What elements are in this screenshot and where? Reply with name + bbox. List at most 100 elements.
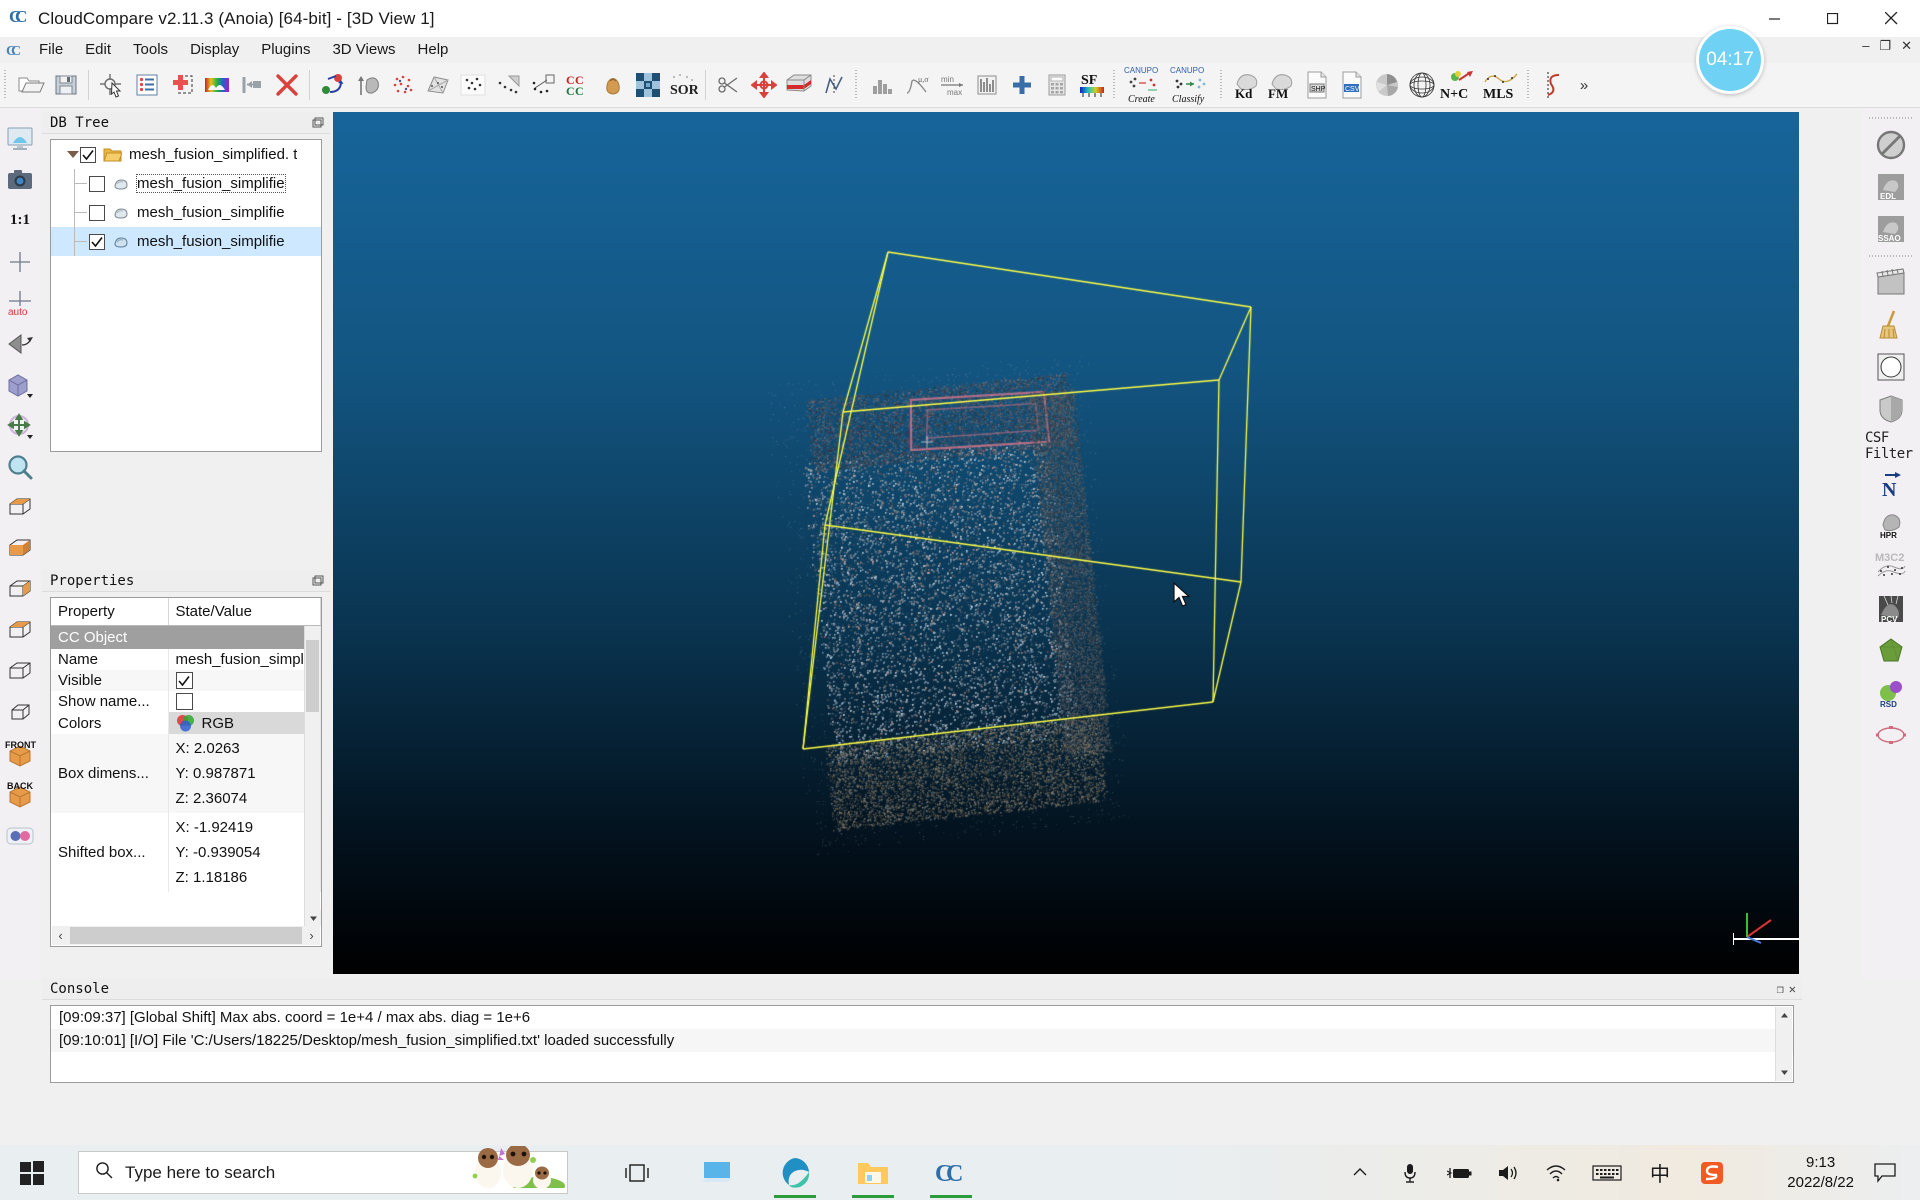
console-dock-buttons[interactable]: ❐ ✕ — [1777, 982, 1796, 996]
mdi-minimize-button[interactable]: – — [1858, 39, 1873, 53]
menu-help[interactable]: Help — [407, 38, 460, 62]
mls-icon[interactable]: MLS — [1481, 66, 1523, 104]
cloud-mesh-icon[interactable] — [490, 66, 525, 104]
zoom-one-to-one-icon[interactable]: 1:1 — [3, 200, 37, 241]
camera-snapshot-icon[interactable] — [3, 159, 37, 200]
tree-item-root[interactable]: mesh_fusion_simplified. t — [51, 140, 321, 169]
m3c2-icon[interactable]: M3C2 — [1865, 546, 1917, 588]
task-view-button[interactable] — [600, 1145, 674, 1200]
pick-point-icon[interactable] — [94, 66, 129, 104]
normals-icon[interactable]: N — [1865, 462, 1917, 504]
properties-list-icon[interactable] — [129, 66, 164, 104]
hull-icon[interactable] — [1865, 630, 1917, 672]
close-button[interactable] — [1862, 0, 1920, 37]
zoom-global-icon[interactable] — [3, 446, 37, 487]
gauss-filter-icon[interactable]: μ,σ — [899, 66, 934, 104]
translate-rotate-icon[interactable] — [746, 66, 781, 104]
sor-filter-icon[interactable]: SOR — [665, 66, 700, 104]
pivot-dropdown-icon[interactable] — [3, 405, 37, 446]
delete-icon[interactable] — [269, 66, 304, 104]
menu-edit[interactable]: Edit — [74, 38, 122, 62]
subsample-icon[interactable] — [385, 66, 420, 104]
normals-colors-icon[interactable]: N+C — [1439, 66, 1481, 104]
edl-shader-icon[interactable]: EDL — [1865, 166, 1917, 208]
properties-scroll-left-arrow[interactable]: ‹ — [52, 928, 69, 943]
canupo-create-icon[interactable]: CANUPO Create — [1122, 66, 1168, 105]
floating-clock-widget[interactable]: 04:17 — [1696, 26, 1764, 94]
tree-item-cloud-3[interactable]: mesh_fusion_simplifie — [51, 227, 321, 256]
toolbar-grip[interactable] — [854, 70, 861, 100]
console-close-button[interactable]: ✕ — [1789, 982, 1796, 996]
toolbar-grip[interactable] — [1869, 115, 1913, 121]
no-shader-icon[interactable] — [1865, 124, 1917, 166]
maximize-button[interactable] — [1804, 0, 1862, 37]
tray-keyboard-icon[interactable] — [1584, 1145, 1630, 1200]
taskbar-clock[interactable]: 9:13 2022/8/22 — [1787, 1145, 1854, 1200]
view-iso-icon[interactable] — [3, 692, 37, 733]
db-tree-list[interactable]: mesh_fusion_simplified. t mesh_fusion_si… — [50, 139, 322, 452]
bag-icon[interactable] — [595, 66, 630, 104]
point-cloud-canvas[interactable] — [333, 112, 1799, 974]
align-icon[interactable] — [350, 66, 385, 104]
auto-pivot-icon[interactable]: auto — [3, 282, 37, 323]
fm-icon[interactable]: FM — [1264, 66, 1299, 104]
cccc-icon[interactable]: C C C C — [560, 66, 595, 104]
sf-list-icon[interactable] — [969, 66, 1004, 104]
view-top-icon[interactable] — [3, 487, 37, 528]
properties-row-name[interactable]: Name mesh_fusion_simplif — [51, 649, 321, 670]
scissors-icon[interactable] — [711, 66, 746, 104]
plus-icon[interactable] — [1004, 66, 1039, 104]
open-file-icon[interactable] — [13, 66, 48, 104]
tree-item-cloud-2[interactable]: mesh_fusion_simplifie — [51, 198, 321, 227]
colors-combobox[interactable]: RGB — [168, 712, 321, 734]
expand-arrow-icon[interactable] — [65, 151, 80, 158]
view-front-icon[interactable]: FRONT — [3, 733, 37, 774]
kd-tree-icon[interactable]: Kd — [1229, 66, 1264, 104]
toolbar-grip[interactable] — [1526, 70, 1533, 100]
console-scroll-down-arrow[interactable] — [1776, 1064, 1793, 1081]
tray-sogou-icon[interactable] — [1690, 1145, 1734, 1200]
histogram-icon[interactable] — [864, 66, 899, 104]
properties-scroll-down-arrow[interactable] — [305, 910, 321, 926]
console-scrollbar[interactable] — [1775, 1007, 1792, 1081]
crop-box-icon[interactable] — [781, 66, 816, 104]
ransac-icon[interactable] — [1536, 66, 1571, 104]
tree-item-cloud-1[interactable]: mesh_fusion_simplifie — [51, 169, 321, 198]
console-scroll-up-arrow[interactable] — [1776, 1007, 1793, 1024]
console-log-list[interactable]: [09:09:37] [Global Shift] Max abs. coord… — [50, 1005, 1794, 1083]
broom-icon[interactable] — [1865, 304, 1917, 346]
menu-display[interactable]: Display — [179, 38, 250, 62]
ssao-shader-icon[interactable]: SSAO — [1865, 208, 1917, 250]
shp-icon[interactable]: SHP — [1299, 66, 1334, 104]
view-bottom-icon[interactable] — [3, 528, 37, 569]
notification-center-button[interactable] — [1864, 1145, 1906, 1200]
properties-row-visible[interactable]: Visible — [51, 670, 321, 691]
animation-icon[interactable] — [1865, 262, 1917, 304]
menu-tools[interactable]: Tools — [122, 38, 179, 62]
menu-3d-views[interactable]: 3D Views — [321, 38, 406, 62]
rainbow-scalar-icon[interactable] — [199, 66, 234, 104]
view-back-icon[interactable]: BACK — [3, 774, 37, 815]
show-name-checkbox[interactable] — [175, 693, 193, 710]
search-input[interactable]: Type here to search — [78, 1144, 568, 1195]
view-left-icon[interactable] — [3, 610, 37, 651]
taskbar-item-explorer-blue[interactable] — [680, 1145, 754, 1200]
compute-distance-icon[interactable] — [525, 66, 560, 104]
tree-checkbox[interactable] — [80, 146, 96, 163]
compass-icon[interactable] — [1865, 346, 1917, 388]
taskbar-item-edge[interactable] — [758, 1145, 832, 1200]
add-point-icon[interactable] — [164, 66, 199, 104]
properties-row-colors[interactable]: Colors RGB — [51, 712, 321, 734]
taskbar-item-cloudcompare[interactable]: C C — [914, 1145, 988, 1200]
min-max-icon[interactable]: min max — [934, 66, 969, 104]
view-cube-dropdown-icon[interactable] — [3, 364, 37, 405]
menu-plugins[interactable]: Plugins — [250, 38, 321, 62]
properties-scroll-right-arrow[interactable]: › — [303, 928, 320, 943]
cloud-compare-icon[interactable] — [455, 66, 490, 104]
view-front-cube-icon[interactable] — [3, 569, 37, 610]
menu-file[interactable]: File — [28, 38, 74, 62]
properties-dock-buttons[interactable] — [312, 575, 324, 587]
tray-expand-icon[interactable] — [1340, 1145, 1380, 1200]
start-button[interactable] — [4, 1145, 60, 1200]
visible-checkbox[interactable] — [175, 672, 193, 689]
